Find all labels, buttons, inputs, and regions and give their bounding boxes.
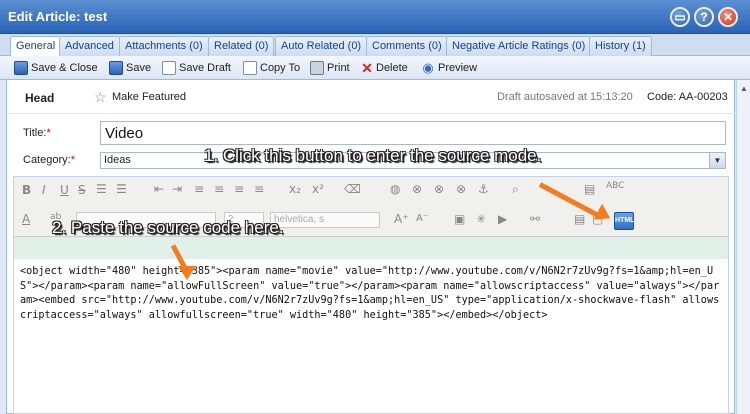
save-draft-label: Save Draft [179, 62, 231, 74]
delete-x-icon: ✕ [361, 60, 373, 76]
tab-related[interactable]: Related (0) [208, 36, 275, 56]
scroll-up-icon[interactable]: ▲ [740, 84, 748, 93]
article-form-panel: Head ☆ Make Featured Draft autosaved at … [6, 80, 736, 414]
strikethrough-icon[interactable]: S [78, 183, 86, 197]
indent-icon[interactable]: ⇥ [172, 182, 182, 196]
document-icon[interactable]: ▤ [574, 212, 585, 226]
draft-page-icon [162, 61, 176, 75]
play-icon[interactable]: ▶ [498, 212, 507, 226]
tab-advanced[interactable]: Advanced [59, 36, 120, 56]
search-icon[interactable]: ⌕ [512, 182, 519, 197]
required-mark: * [70, 154, 75, 166]
shrink-font-icon[interactable]: A⁻ [416, 213, 428, 224]
save-button[interactable]: Save [109, 60, 151, 76]
tab-auto-related[interactable]: Auto Related (0) [275, 36, 368, 56]
minimize-icon[interactable]: ▭ [670, 7, 690, 27]
font-family-combo[interactable]: helvetica, s [270, 212, 380, 228]
superscript-icon[interactable]: x² [312, 182, 324, 196]
html-source-button[interactable]: HTML [614, 212, 634, 230]
copy-doc-icon[interactable]: ▤ [584, 182, 595, 196]
delete-button[interactable]: ✕ Delete [361, 60, 408, 76]
tab-comments[interactable]: Comments (0) [366, 36, 448, 56]
source-code-area[interactable]: <object width="480" height="385"><param … [20, 265, 720, 323]
table-icon[interactable]: ▣ [454, 212, 465, 226]
help-icon[interactable]: ? [694, 7, 714, 27]
align-left-icon[interactable]: ≡ [194, 182, 204, 196]
article-code: Code: AA-00203 [647, 91, 728, 103]
save-close-button[interactable]: Save & Close [14, 60, 98, 76]
subscript-icon[interactable]: x₂ [289, 182, 301, 196]
underline-icon[interactable]: U [60, 183, 69, 197]
special-char-icon[interactable]: ✳ [476, 212, 486, 226]
font-color-icon[interactable]: A [22, 212, 30, 226]
print-button[interactable]: Print [310, 60, 350, 76]
required-mark: * [46, 127, 51, 139]
link-icon[interactable]: ⊗ [412, 182, 422, 196]
save-close-label: Save & Close [31, 62, 98, 74]
category-label: Category:* [23, 154, 75, 166]
grow-font-icon[interactable]: A⁺ [394, 212, 409, 226]
find-icon[interactable]: ⚯ [530, 212, 540, 226]
preview-label: Preview [438, 62, 478, 74]
tab-strip: General Advanced Attachments (0) Related… [0, 34, 750, 57]
eye-icon: ◉ [422, 60, 434, 75]
align-justify-icon[interactable]: ≡ [254, 182, 264, 196]
tab-negative-ratings[interactable]: Negative Article Ratings (0) [446, 36, 592, 56]
tab-general[interactable]: General [10, 36, 62, 57]
star-icon[interactable]: ☆ [94, 89, 107, 106]
bullet-list-icon[interactable]: ☰ [96, 182, 107, 196]
save-label: Save [126, 62, 152, 74]
rich-text-editor: B I U S ☰ ☰ ⇤ ⇥ ≡ ≡ ≡ ≡ x₂ x² ⌫ ◍ ⊗ ⊗ ⊗ … [13, 176, 729, 414]
save-disk-icon [109, 61, 123, 75]
unlink-icon[interactable]: ⊗ [434, 182, 444, 196]
head-row: Head ☆ Make Featured Draft autosaved at … [7, 80, 736, 114]
editor-status-band [14, 237, 728, 259]
copy-icon [243, 61, 257, 75]
align-right-icon[interactable]: ≡ [234, 182, 244, 196]
save-draft-button[interactable]: Save Draft [162, 60, 231, 76]
eraser-icon[interactable]: ⌫ [344, 182, 361, 196]
step2-annotation: 2. Paste the source code here. [52, 218, 284, 237]
tab-attachments[interactable]: Attachments (0) [119, 36, 209, 56]
category-value: Ideas [104, 154, 131, 166]
tab-history[interactable]: History (1) [589, 36, 652, 56]
numbered-list-icon[interactable]: ☰ [116, 182, 127, 196]
head-label: Head [25, 91, 55, 105]
step1-annotation: 1. Click this button to enter the source… [204, 146, 542, 165]
spellcheck-icon[interactable]: ABC [606, 181, 624, 191]
anchor-icon[interactable]: ⚓ [478, 182, 489, 196]
window-titlebar: Edit Article: test ▭ ? ✕ [0, 0, 750, 34]
print-label: Print [327, 62, 350, 74]
printer-icon [310, 61, 324, 75]
article-toolbar: Save & Close Save Save Draft Copy To Pri… [0, 56, 750, 80]
image-icon[interactable]: ◍ [390, 182, 400, 196]
media-icon[interactable]: ⊗ [456, 182, 466, 196]
bold-icon[interactable]: B [22, 183, 31, 197]
preview-button[interactable]: ◉ Preview [421, 60, 477, 76]
vertical-scrollbar[interactable]: ▲ [736, 80, 750, 414]
copy-to-label: Copy To [260, 62, 301, 74]
italic-icon[interactable]: I [42, 183, 46, 197]
save-disk-icon [14, 61, 28, 75]
title-label: Title:* [23, 127, 51, 139]
window-title: Edit Article: test [8, 9, 108, 24]
align-center-icon[interactable]: ≡ [214, 182, 224, 196]
copy-to-button[interactable]: Copy To [243, 60, 300, 76]
close-icon[interactable]: ✕ [718, 7, 738, 27]
make-featured-link[interactable]: Make Featured [112, 91, 186, 103]
autosave-status: Draft autosaved at 15:13:20 [497, 91, 633, 103]
chevron-down-icon[interactable]: ▼ [709, 153, 725, 168]
title-input[interactable] [100, 121, 726, 145]
delete-label: Delete [376, 62, 408, 74]
outdent-icon[interactable]: ⇤ [154, 182, 164, 196]
step2-arrowhead [178, 266, 196, 280]
